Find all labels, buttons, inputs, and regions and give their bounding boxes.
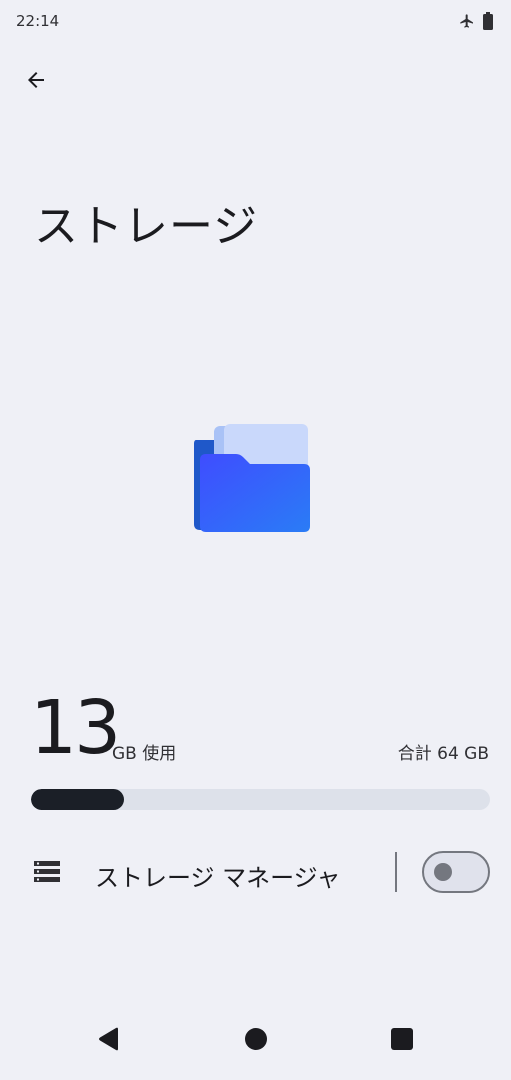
status-bar: 22:14: [0, 0, 511, 44]
airplane-icon: [459, 13, 475, 33]
storage-list-icon: [34, 860, 60, 884]
nav-home-icon[interactable]: [244, 1027, 268, 1055]
page-title: ストレージ: [34, 201, 259, 252]
storage-total-label: 合計 64 GB: [397, 744, 489, 764]
folder-icon: [190, 424, 316, 542]
nav-recents-icon[interactable]: [391, 1028, 413, 1054]
battery-icon: [483, 12, 493, 34]
storage-usage-bar: [31, 789, 490, 810]
divider: [395, 852, 397, 892]
storage-usage-fill: [31, 789, 125, 810]
back-button[interactable]: [16, 62, 56, 102]
status-time: 22:14: [16, 12, 60, 30]
storage-illustration: [190, 420, 316, 538]
storage-manager-toggle[interactable]: [422, 851, 490, 893]
navigation-bar: [0, 1020, 511, 1080]
storage-used-unit: GB 使用: [112, 744, 177, 764]
storage-used-value: 13: [30, 685, 121, 771]
arrow-back-icon: [24, 68, 48, 96]
toggle-thumb: [434, 863, 452, 881]
storage-manager-row[interactable]: ストレージ マネージャ: [0, 840, 511, 904]
status-icons: [459, 12, 493, 34]
nav-back-icon[interactable]: [98, 1027, 120, 1055]
storage-manager-label: ストレージ マネージャ: [95, 864, 341, 892]
